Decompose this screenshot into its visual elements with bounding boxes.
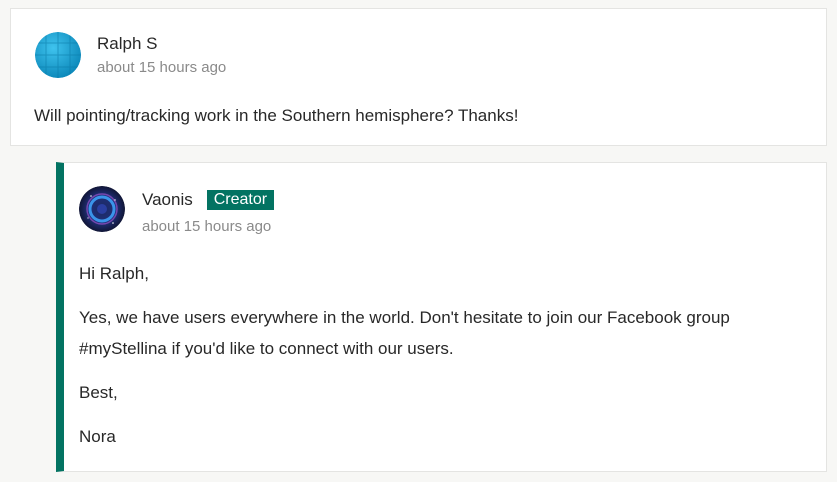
reply-paragraph: Hi Ralph, [79, 264, 149, 283]
reply-timestamp[interactable]: about 15 hours ago [142, 218, 271, 235]
creator-reply-card: Vaonis Creator about 15 hours ago Hi Ral… [56, 162, 827, 472]
reply-body: Hi Ralph, Yes, we have users everywhere … [79, 258, 779, 465]
creator-badge: Creator [206, 190, 275, 210]
reply-paragraph: Yes, we have users everywhere in the wor… [79, 308, 730, 358]
comment-author-row: Ralph S [97, 33, 157, 55]
reply-author-row: Vaonis Creator [142, 189, 275, 211]
comment-timestamp[interactable]: about 15 hours ago [97, 59, 226, 76]
reply-paragraph: Nora [79, 427, 116, 446]
reply-author-name[interactable]: Vaonis [142, 189, 193, 211]
comment-body: Will pointing/tracking work in the South… [34, 106, 519, 125]
user-avatar-icon[interactable] [35, 32, 81, 78]
comment-author-name[interactable]: Ralph S [97, 33, 157, 55]
comment-card: Ralph S about 15 hours ago Will pointing… [10, 8, 827, 146]
creator-avatar-icon[interactable] [79, 186, 125, 232]
reply-paragraph: Best, [79, 383, 118, 402]
